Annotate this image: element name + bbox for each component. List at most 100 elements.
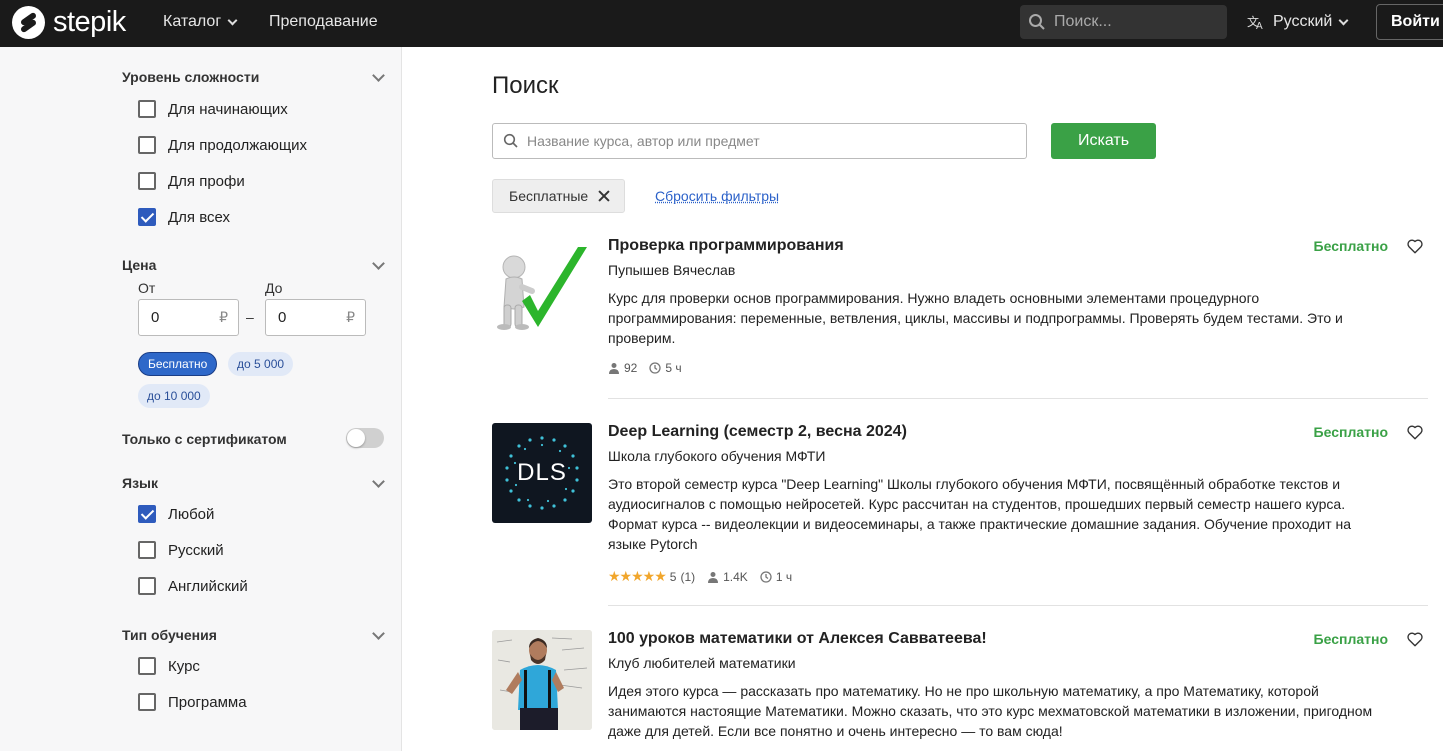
chevron-down-icon [1338, 15, 1349, 25]
checkmark-figure-image [497, 247, 587, 330]
checkbox[interactable] [138, 577, 156, 595]
difficulty-heading: Уровень сложности [122, 69, 260, 85]
header-search-input[interactable] [1054, 13, 1214, 31]
checkbox[interactable] [138, 172, 156, 190]
heart-icon[interactable] [1406, 237, 1424, 255]
checkbox-label: Для всех [168, 208, 231, 226]
difficulty-option-all[interactable]: Для всех [138, 208, 230, 226]
clock-icon [649, 362, 662, 374]
course-search[interactable] [492, 123, 1027, 159]
language-option-any[interactable]: Любой [138, 505, 214, 523]
price-from-input[interactable]: 0 ₽ [138, 299, 239, 336]
checkbox[interactable] [138, 541, 156, 559]
checkbox-label: Для профи [168, 172, 245, 190]
difficulty-option-pro[interactable]: Для профи [138, 172, 245, 190]
checkbox[interactable] [138, 136, 156, 154]
course-author[interactable]: Школа глубокого обучения МФТИ [608, 448, 826, 464]
language-option-russian[interactable]: Русский [138, 541, 224, 559]
course-author[interactable]: Пупышев Вячеслав [608, 262, 735, 278]
course-title[interactable]: Проверка программирования [608, 237, 844, 255]
user-icon [609, 363, 619, 374]
clock-icon [760, 570, 772, 583]
search-button[interactable]: Искать [1051, 123, 1156, 159]
search-icon [503, 133, 518, 148]
learning-type-heading: Тип обучения [122, 627, 217, 643]
learners-value: 1.4K [723, 569, 748, 584]
chevron-down-icon[interactable] [372, 627, 385, 640]
certificate-toggle[interactable] [346, 428, 384, 448]
svg-text:A: A [1256, 21, 1263, 30]
star-rating-icons: ★★★★★ [608, 568, 667, 584]
checkbox[interactable] [138, 657, 156, 675]
language-label: Русский [1273, 13, 1333, 30]
checkbox-label: Английский [168, 577, 248, 595]
certificate-label: Только с сертификатом [122, 431, 287, 447]
checkbox-label: Курс [168, 657, 200, 675]
course-card[interactable]: DLS Deep Learning (семестр 2, весна 2024… [492, 423, 1428, 606]
checkbox-label: Любой [168, 505, 215, 523]
course-rating: ★★★★★ 5 (1) [608, 568, 695, 585]
course-thumbnail[interactable]: DLS [492, 423, 592, 523]
chevron-down-icon[interactable] [372, 257, 385, 270]
price-preset-10000[interactable]: до 10 000 [138, 384, 210, 408]
course-price: Бесплатно [1313, 424, 1388, 440]
duration-value: 1 ч [775, 569, 793, 584]
price-to-label: До [265, 280, 283, 296]
close-icon[interactable] [598, 190, 610, 202]
course-author[interactable]: Клуб любителей математики [608, 655, 796, 671]
price-preset-5000[interactable]: до 5 000 [228, 352, 294, 376]
divider [608, 605, 1428, 606]
course-search-input[interactable] [527, 133, 1007, 149]
difficulty-option-beginner[interactable]: Для начинающих [138, 100, 288, 118]
learners-count: 92 [608, 361, 637, 375]
language-option-english[interactable]: Английский [138, 577, 248, 595]
logo-text: stepik [53, 6, 126, 38]
checkbox[interactable] [138, 693, 156, 711]
chevron-down-icon[interactable] [372, 475, 385, 488]
course-title[interactable]: Deep Learning (семестр 2, весна 2024) [608, 423, 907, 441]
teaching-link[interactable]: Преподавание [269, 13, 378, 31]
search-icon [1029, 14, 1045, 30]
course-title[interactable]: 100 уроков математики от Алексея Саввате… [608, 630, 987, 648]
header-search[interactable] [1020, 5, 1227, 39]
chevron-down-icon[interactable] [372, 69, 385, 82]
course-description: Идея этого курса — рассказать про матема… [608, 683, 1373, 739]
heart-icon[interactable] [1406, 630, 1424, 648]
catalog-menu[interactable]: Каталог [163, 13, 238, 31]
duration-value: 5 ч [665, 361, 682, 375]
checkbox-label: Программа [168, 693, 247, 711]
checkbox-label: Для начинающих [168, 100, 288, 118]
course-duration: 1 ч [760, 570, 792, 584]
course-card[interactable]: 100 уроков математики от Алексея Саввате… [492, 630, 1428, 750]
learners-count: 1.4K [707, 570, 748, 584]
price-to-input[interactable]: 0 ₽ [265, 299, 366, 336]
course-thumbnail[interactable] [492, 630, 592, 730]
reset-filters-link[interactable]: Сбросить фильтры [655, 188, 779, 204]
page-title: Поиск [492, 72, 559, 99]
course-thumbnail[interactable] [492, 237, 592, 337]
price-from-value: 0 [151, 309, 160, 326]
learning-type-option-course[interactable]: Курс [138, 657, 200, 675]
checkbox[interactable] [138, 100, 156, 118]
course-card[interactable]: Проверка программирования Пупышев Вячесл… [492, 237, 1428, 399]
price-preset-free[interactable]: Бесплатно [138, 352, 218, 376]
learners-value: 92 [624, 361, 638, 375]
login-button[interactable]: Войти [1376, 4, 1443, 40]
course-meta: ★★★★★ 5 (1) 1.4K 1 ч [608, 568, 792, 585]
checkbox-checked[interactable] [138, 505, 156, 523]
language-heading: Язык [122, 475, 158, 491]
price-range-dash: – [246, 309, 254, 325]
difficulty-option-intermediate[interactable]: Для продолжающих [138, 136, 307, 154]
checkbox-checked[interactable] [138, 208, 156, 226]
course-description: Курс для проверки основ программирования… [608, 290, 1343, 346]
heart-icon[interactable] [1406, 423, 1424, 441]
course-meta: 92 5 ч [608, 361, 682, 375]
course-description: Это второй семестр курса "Deep Learning"… [608, 476, 1352, 552]
stepik-logo[interactable]: stepik [12, 6, 126, 39]
language-selector[interactable]: 文 A Русский [1247, 13, 1349, 31]
learning-type-option-program[interactable]: Программа [138, 693, 247, 711]
course-price: Бесплатно [1313, 631, 1388, 647]
rating-value: 5 [669, 569, 677, 584]
divider [608, 398, 1428, 399]
stepik-logo-icon [12, 6, 45, 39]
